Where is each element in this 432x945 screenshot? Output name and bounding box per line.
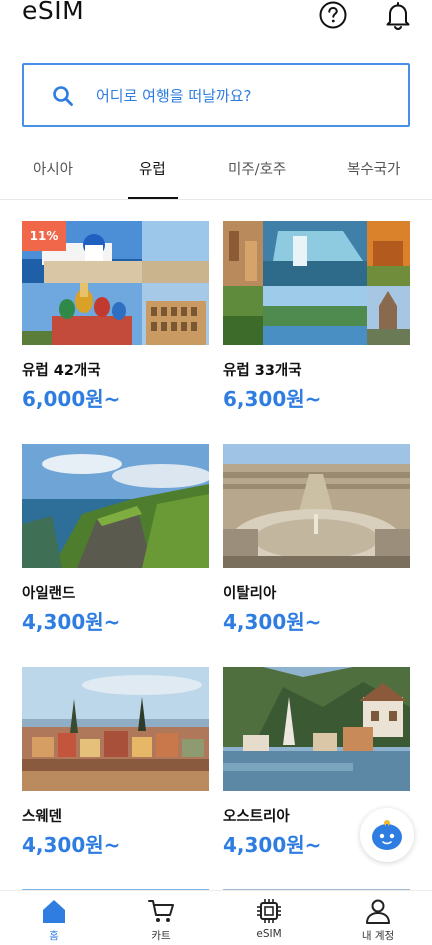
product-name: 이탈리아 — [223, 586, 277, 602]
active-tab-indicator — [128, 197, 178, 199]
product-image — [223, 444, 410, 568]
nav-home[interactable]: 홈 — [14, 897, 94, 943]
bell-icon[interactable] — [383, 0, 413, 30]
product-name: 유럽 33개국 — [223, 363, 302, 379]
help-circle-icon[interactable] — [318, 0, 348, 30]
search-input[interactable]: 어디로 여행을 떠날까요? — [22, 63, 410, 127]
tab-asia[interactable]: 아시아 — [33, 158, 73, 179]
nav-cart[interactable]: 카트 — [121, 897, 201, 943]
tab-europe[interactable]: 유럽 — [139, 158, 166, 179]
product-price: 6,300원~ — [223, 387, 322, 411]
chatbot-button[interactable] — [360, 808, 414, 862]
product-image — [22, 667, 209, 791]
app-header: eSIM — [0, 0, 432, 44]
product-image: 11% — [22, 221, 209, 345]
nav-my-account[interactable]: 내 계정 — [338, 897, 418, 943]
product-price: 4,300원~ — [223, 610, 322, 634]
chatbot-icon — [372, 820, 402, 850]
product-image — [22, 444, 209, 568]
nav-label: eSIM — [256, 928, 282, 940]
product-image — [223, 221, 410, 345]
product-card-ireland[interactable]: 아일랜드 4,300원~ — [22, 444, 209, 634]
product-name: 스웨덴 — [22, 809, 63, 825]
product-card-austria[interactable]: 오스트리아 4,300원~ — [223, 667, 410, 857]
home-icon — [43, 900, 65, 923]
product-price: 6,000원~ — [22, 387, 121, 411]
bottom-navigation: 홈 카트 eSIM 내 계정 — [0, 890, 432, 945]
product-name: 오스트리아 — [223, 809, 290, 825]
product-price: 4,300원~ — [223, 833, 322, 857]
region-tabs: 아시아 유럽 미주/호주 복수국가 — [0, 148, 432, 200]
product-card-sweden[interactable]: 스웨덴 4,300원~ — [22, 667, 209, 857]
cart-icon — [148, 900, 174, 922]
nav-label: 내 계정 — [361, 930, 395, 942]
search-icon — [53, 86, 73, 106]
product-card-europe-42[interactable]: 11% 유럽 42개국 6,000원~ — [22, 221, 209, 411]
tab-multi-country[interactable]: 복수국가 — [347, 158, 400, 179]
product-price: 4,300원~ — [22, 833, 121, 857]
nav-esim[interactable]: eSIM — [229, 897, 309, 940]
product-name: 아일랜드 — [22, 586, 76, 602]
nav-label: 홈 — [49, 930, 59, 942]
tab-americas-oceania[interactable]: 미주/호주 — [228, 158, 286, 179]
user-icon — [366, 899, 390, 924]
product-card-europe-33[interactable]: 유럽 33개국 6,300원~ — [223, 221, 410, 411]
nav-label: 카트 — [151, 930, 171, 942]
chip-icon — [257, 899, 281, 923]
app-title: eSIM — [22, 0, 85, 25]
product-name: 유럽 42개국 — [22, 363, 101, 379]
product-image — [223, 667, 410, 791]
product-price: 4,300원~ — [22, 610, 121, 634]
product-card-italy[interactable]: 이탈리아 4,300원~ — [223, 444, 410, 634]
search-placeholder: 어디로 여행을 떠날까요? — [96, 87, 252, 105]
discount-badge: 11% — [22, 221, 66, 251]
